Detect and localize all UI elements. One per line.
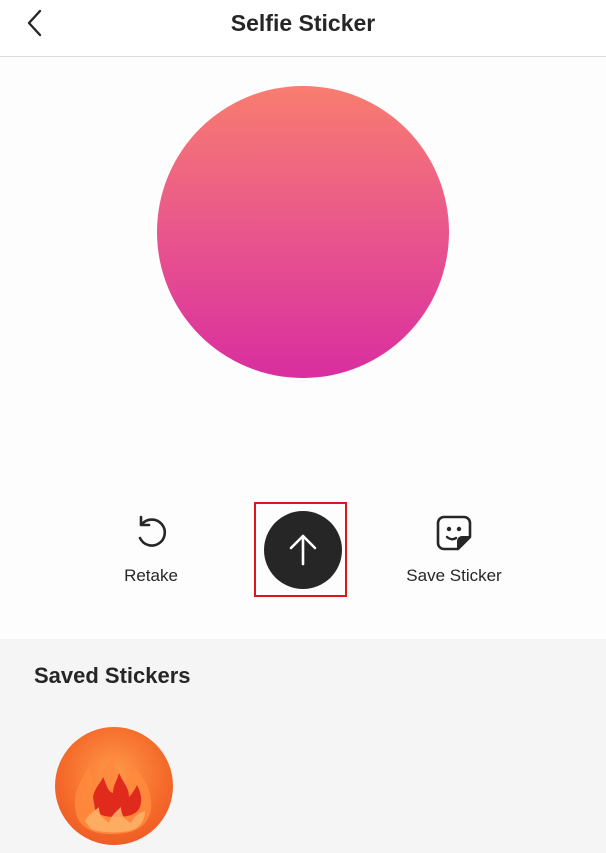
upload-button[interactable] [264,511,342,589]
header-bar: Selfie Sticker [0,0,606,57]
saved-stickers-section: Saved Stickers [0,639,606,853]
page-title: Selfie Sticker [230,10,376,36]
retake-button[interactable]: Retake [110,513,192,586]
sticker-preview [157,86,449,378]
fire-sticker-icon [74,755,152,835]
saved-stickers-title: Saved Stickers [34,663,191,688]
upload-highlight [254,502,347,597]
arrow-up-icon [289,534,317,566]
save-sticker-button[interactable]: Save Sticker [393,513,515,586]
retake-label: Retake [124,566,178,585]
rotate-ccw-icon [138,515,167,547]
sticker-icon [436,515,472,551]
save-sticker-label: Save Sticker [406,566,502,585]
saved-sticker-item[interactable] [55,727,173,845]
sticker-editor: Retake Save Sticker [0,57,606,639]
